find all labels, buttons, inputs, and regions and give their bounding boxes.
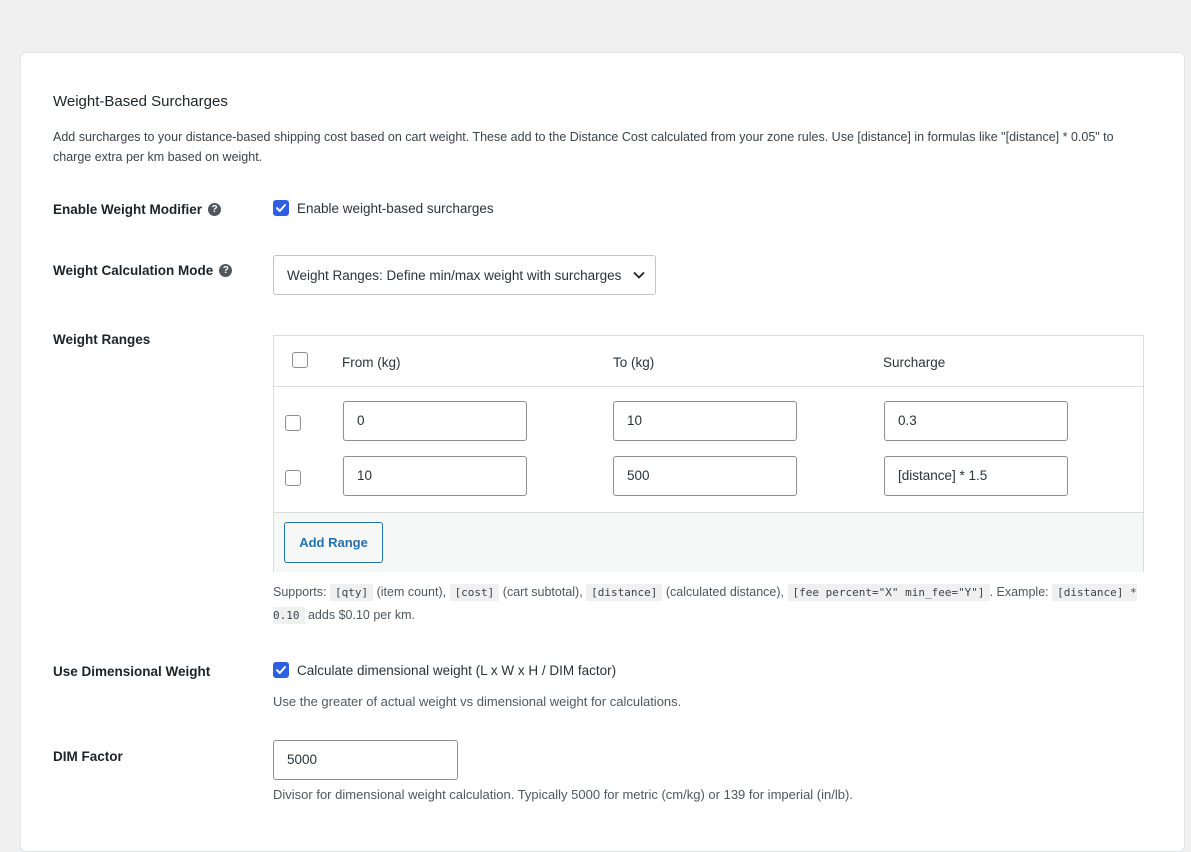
qty-code: [qty]: [330, 584, 374, 601]
weight-ranges-label: Weight Ranges: [53, 332, 151, 347]
dim-factor-input[interactable]: 5000: [273, 740, 458, 780]
example-prefix: . Example:: [989, 585, 1049, 599]
section-description: Add surcharges to your distance-based sh…: [53, 130, 1114, 164]
surcharge-input[interactable]: [distance] * 1.5: [884, 456, 1068, 496]
calc-mode-label: Weight Calculation Mode: [53, 263, 214, 278]
dim-factor-row-label: DIM Factor: [53, 749, 123, 764]
add-range-button[interactable]: Add Range: [284, 522, 383, 563]
row-checkbox[interactable]: [285, 470, 301, 486]
dim-factor-label: DIM Factor: [53, 749, 123, 764]
table-footer: Add Range: [274, 512, 1143, 572]
weight-ranges-table: From (kg) To (kg) Surcharge 0 10 0.3 10 …: [273, 335, 1144, 572]
dimensional-control[interactable]: Calculate dimensional weight (L x W x H …: [273, 662, 616, 678]
enable-modifier-control[interactable]: Enable weight-based surcharges: [273, 200, 494, 216]
to-input[interactable]: 10: [613, 401, 797, 441]
question-icon[interactable]: ?: [208, 203, 222, 216]
question-icon[interactable]: ?: [219, 264, 233, 277]
dimensional-checkbox[interactable]: [273, 662, 289, 678]
supports-help-text: Supports: [qty] (item count), [cost] (ca…: [273, 581, 1153, 627]
section-title: Weight-Based Surcharges: [53, 93, 228, 110]
cost-text: (cart subtotal),: [502, 585, 583, 599]
fee-code: [fee percent="X" min_fee="Y"]: [787, 584, 990, 601]
surcharge-input[interactable]: 0.3: [884, 401, 1068, 441]
dimensional-row-label: Use Dimensional Weight: [53, 664, 210, 679]
settings-card: Weight-Based Surcharges Add surcharges t…: [20, 52, 1185, 852]
distance-text: (calculated distance),: [665, 585, 785, 599]
enable-modifier-checkbox[interactable]: [273, 200, 289, 216]
column-header-surcharge: Surcharge: [883, 355, 946, 370]
table-header: From (kg) To (kg) Surcharge: [274, 336, 1143, 387]
checkmark-icon: [276, 204, 286, 212]
dimensional-help-text: Use the greater of actual weight vs dime…: [273, 694, 682, 709]
cost-code: [cost]: [449, 584, 500, 601]
to-input[interactable]: 500: [613, 456, 797, 496]
calc-mode-select[interactable]: Weight Ranges: Define min/max weight wit…: [273, 255, 656, 295]
dim-factor-help-text: Divisor for dimensional weight calculati…: [273, 787, 853, 802]
from-input[interactable]: 10: [343, 456, 527, 496]
enable-modifier-row-label: Enable Weight Modifier ?: [53, 202, 222, 217]
distance-code: [distance]: [586, 584, 663, 601]
checkmark-icon: [276, 666, 286, 674]
row-checkbox[interactable]: [285, 415, 301, 431]
weight-ranges-row-label: Weight Ranges: [53, 332, 150, 347]
chevron-down-icon: [633, 271, 645, 279]
dimensional-checkbox-label[interactable]: Calculate dimensional weight (L x W x H …: [297, 663, 616, 678]
enable-modifier-label: Enable Weight Modifier: [53, 202, 203, 217]
column-header-from: From (kg): [342, 355, 401, 370]
example-text: adds $0.10 per km.: [307, 608, 415, 622]
calc-mode-row-label: Weight Calculation Mode ?: [53, 263, 233, 278]
dimensional-label: Use Dimensional Weight: [53, 664, 211, 679]
calc-mode-selected-value: Weight Ranges: Define min/max weight wit…: [287, 267, 622, 283]
enable-modifier-checkbox-label[interactable]: Enable weight-based surcharges: [297, 201, 494, 216]
select-all-checkbox[interactable]: [292, 352, 308, 368]
from-input[interactable]: 0: [343, 401, 527, 441]
column-header-to: To (kg): [613, 355, 655, 370]
supports-prefix: Supports:: [273, 585, 327, 599]
qty-text: (item count),: [376, 585, 447, 599]
